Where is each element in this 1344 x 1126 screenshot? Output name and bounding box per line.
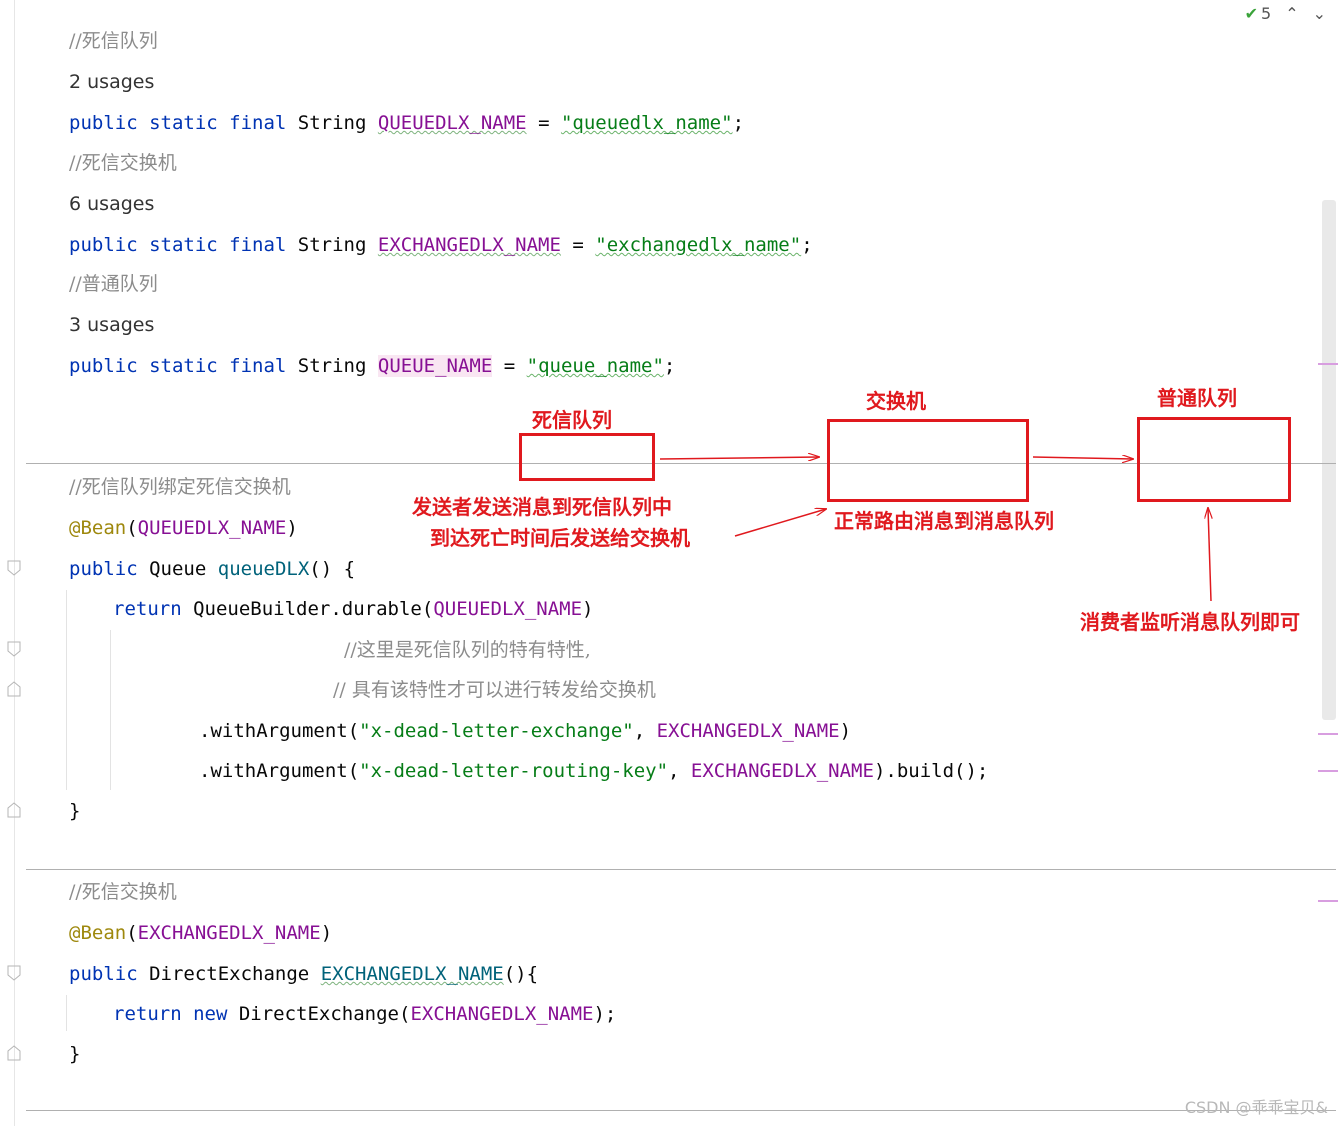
arrow-exchange-to-queue [1032, 457, 1133, 459]
arrow-consumer-to-queue [1208, 508, 1211, 602]
annotation-arrows [659, 0, 1344, 602]
arrow-queue-to-exchange [659, 457, 819, 459]
arrow-note-to-exchange [734, 509, 826, 537]
watermark: CSDN @乖乖宝贝& [1184, 1098, 1328, 1117]
